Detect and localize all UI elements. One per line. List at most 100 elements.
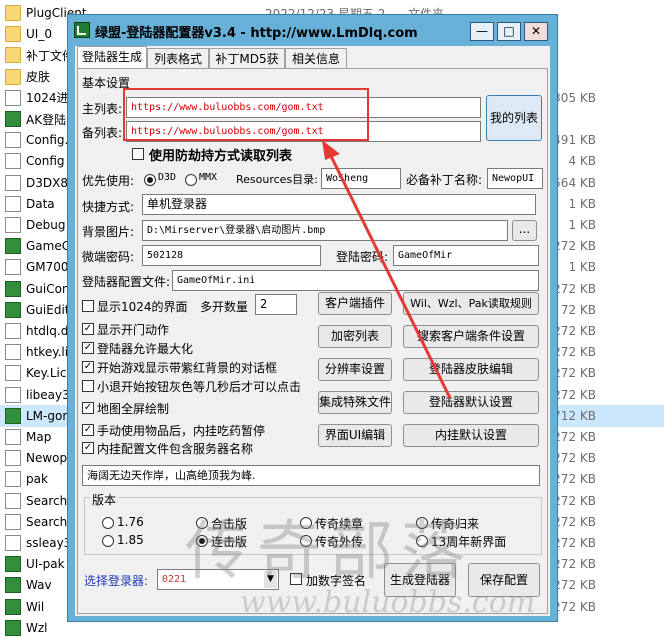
app-icon <box>5 280 21 297</box>
config-file-icon <box>5 153 21 170</box>
tool-button[interactable]: 集成特殊文件 <box>318 391 392 414</box>
option-checkbox-label: 显示开门动作 <box>97 323 170 337</box>
tool-button[interactable]: 分辨率设置 <box>318 358 392 381</box>
option-checkbox[interactable]: ✓ <box>82 402 94 414</box>
select-login-label: 选择登录器: <box>84 574 149 588</box>
explorer-row-name: GameC <box>26 239 71 254</box>
explorer-row-name: SearchI <box>26 514 71 529</box>
explorer-row-name: SearchI <box>26 493 71 508</box>
explorer-row-name: Config. <box>26 133 69 148</box>
dll-file-icon <box>5 386 21 403</box>
my-list-button[interactable]: 我的列表 <box>486 95 542 141</box>
window-title: 绿盟-登陆器配置器v3.4 - http://www.LmDlq.com <box>95 26 418 41</box>
app-icon <box>5 577 21 594</box>
option-checkbox[interactable]: ✓ <box>82 342 94 354</box>
motto-input[interactable]: 海阔无边天作岸，山高绝顶我为峰. <box>82 465 540 486</box>
browse-button[interactable]: ... <box>512 220 537 241</box>
explorer-row-name: htdlq.d <box>26 324 69 338</box>
explorer-row-size: 272 KB <box>553 578 596 593</box>
explorer-row-size: 272 KB <box>553 514 596 529</box>
login-password-label: 登陆密码: <box>336 250 389 264</box>
shortcut-input[interactable]: 单机登录器 <box>142 194 536 215</box>
priority-mmx-radio[interactable] <box>185 174 197 186</box>
explorer-row-size: 4 KB <box>568 154 596 169</box>
app-logo-icon <box>74 22 90 38</box>
tool-button[interactable]: 界面UI编辑 <box>318 424 392 447</box>
option-checkbox[interactable]: ✓ <box>82 323 94 335</box>
tab-patch-md5[interactable]: 补丁MD5获取 <box>209 48 285 86</box>
multi-open-input[interactable]: 2 <box>255 294 297 315</box>
explorer-row-name: Config <box>26 154 65 169</box>
minimize-button[interactable]: — <box>470 22 494 41</box>
main-list-label: 主列表: <box>82 102 123 116</box>
explorer-row-name: D3DX8 <box>26 175 68 190</box>
option-checkbox[interactable] <box>82 300 94 312</box>
version-radio[interactable] <box>102 517 114 529</box>
explorer-row-size: 305 KB <box>553 90 596 105</box>
version-group-label: 版本 <box>90 491 119 508</box>
ak-app-icon <box>5 111 21 127</box>
tool-button[interactable]: 登陆器默认设置 <box>403 391 539 414</box>
file-icon <box>5 471 21 488</box>
app-icon <box>5 598 21 615</box>
resources-label: Resources目录: <box>236 173 318 186</box>
close-button[interactable]: ✕ <box>524 22 548 41</box>
file-icon <box>5 365 21 382</box>
tool-button[interactable]: 搜索客户端条件设置 <box>403 325 539 348</box>
priority-d3d-radio[interactable] <box>144 174 156 186</box>
explorer-row-size: 272 KB <box>553 599 596 614</box>
explorer-row-size: 1 KB <box>568 260 596 275</box>
option-checkbox-label: 开始游戏显示带紫红背景的对话框 <box>97 361 278 375</box>
anti-hijack-checkbox[interactable] <box>132 148 144 160</box>
login-password-input[interactable]: GameOfMir <box>393 245 539 266</box>
explorer-row-name: htkey.li <box>26 345 69 360</box>
app-icon <box>5 301 21 318</box>
resources-input[interactable]: WoSheng <box>321 168 401 189</box>
title-bar[interactable]: 绿盟-登陆器配置器v3.4 - http://www.LmDlq.com — □… <box>68 15 557 45</box>
patch-name-label: 必备补丁名称: <box>406 173 483 187</box>
app-icon <box>5 238 21 255</box>
explorer-row-name: Wil <box>26 599 45 614</box>
explorer-row-size: 272 KB <box>553 472 596 487</box>
option-checkbox-label: 登陆器允许最大化 <box>97 342 194 356</box>
tool-button[interactable]: 客户端插件 <box>318 292 392 315</box>
tab-generate[interactable]: 登陆器生成 <box>77 46 147 69</box>
folder-icon <box>5 26 21 43</box>
folder-icon <box>5 68 21 85</box>
explorer-row-name: GuiCon <box>26 281 70 296</box>
dll-file-icon <box>5 535 21 551</box>
maximize-button[interactable]: □ <box>497 22 521 41</box>
explorer-row-size: 272 KB <box>553 324 596 338</box>
explorer-row-size: 272 KB <box>553 281 596 296</box>
folder-icon <box>5 47 21 64</box>
config-file-input[interactable]: GameOfMir.ini <box>172 270 539 291</box>
file-icon <box>5 429 21 445</box>
app-icon <box>5 556 21 573</box>
dll-file-icon <box>5 174 21 191</box>
folder-icon <box>5 5 21 21</box>
explorer-row-name: GuiEdit <box>26 302 70 317</box>
tool-button[interactable]: 内挂默认设置 <box>403 424 539 447</box>
file-icon <box>5 450 21 467</box>
tab-list-format[interactable]: 列表格式 <box>147 48 209 68</box>
option-checkbox[interactable]: ✓ <box>82 442 94 454</box>
explorer-row-size: 272 KB <box>553 557 596 572</box>
bg-image-input[interactable]: D:\Mirserver\登录器\启动图片.bmp <box>142 220 508 241</box>
explorer-row-name: LM-gor <box>26 408 68 423</box>
file-icon <box>5 195 21 212</box>
explorer-row-name: Newop <box>26 451 68 466</box>
version-radio[interactable] <box>102 535 114 547</box>
option-checkbox[interactable]: ✓ <box>82 424 94 436</box>
version-radio-label: 1.76 <box>117 515 144 529</box>
tool-button[interactable]: 登陆器皮肤编辑 <box>403 358 539 381</box>
explorer-row-size: 272 KB <box>553 536 596 550</box>
tool-button[interactable]: Wil、Wzl、Pak读取规则 <box>403 292 539 315</box>
option-checkbox[interactable]: ✓ <box>82 361 94 373</box>
file-icon <box>5 217 21 233</box>
patch-name-input[interactable]: NewopUI <box>487 168 543 189</box>
option-checkbox[interactable] <box>82 380 94 392</box>
tab-about[interactable]: 相关信息 <box>285 48 347 68</box>
wd-password-input[interactable]: 502128 <box>142 245 321 266</box>
explorer-row-size: 272 KB <box>553 430 596 444</box>
tool-button[interactable]: 加密列表 <box>318 325 392 348</box>
